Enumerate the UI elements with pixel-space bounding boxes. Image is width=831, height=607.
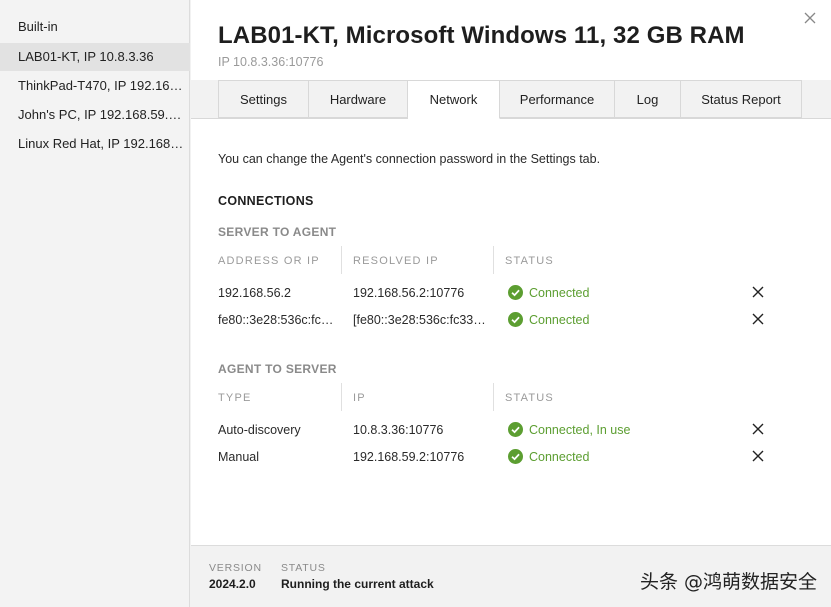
column-header-resolved-ip: RESOLVED IP bbox=[353, 255, 439, 267]
remove-connection-icon[interactable] bbox=[752, 450, 764, 462]
status-badge: Connected, In use bbox=[508, 422, 630, 437]
check-circle-icon bbox=[508, 449, 523, 464]
column-separator bbox=[341, 383, 342, 411]
status-text: Connected bbox=[529, 312, 590, 327]
tab-network[interactable]: Network bbox=[408, 80, 500, 119]
tab-settings[interactable]: Settings bbox=[218, 80, 309, 118]
page-title: LAB01-KT, Microsoft Windows 11, 32 GB RA… bbox=[218, 22, 745, 49]
column-header-address: ADDRESS OR IP bbox=[218, 255, 320, 267]
agent-to-server-type: Manual bbox=[218, 450, 259, 464]
status-text: Connected bbox=[529, 449, 590, 464]
connections-heading: CONNECTIONS bbox=[218, 194, 314, 208]
agent-to-server-ip: 10.8.3.36:10776 bbox=[353, 423, 444, 437]
tab-performance[interactable]: Performance bbox=[500, 80, 615, 118]
column-separator bbox=[493, 383, 494, 411]
status-text: Connected bbox=[529, 285, 590, 300]
column-header-type: TYPE bbox=[218, 392, 252, 404]
tab-hardware[interactable]: Hardware bbox=[309, 80, 408, 118]
version-label: VERSION bbox=[209, 562, 262, 574]
server-to-agent-resolved: [fe80::3e28:536c:fc33%12]:10776 bbox=[353, 313, 489, 327]
agent-to-server-heading: AGENT TO SERVER bbox=[218, 362, 337, 376]
password-note: You can change the Agent's connection pa… bbox=[218, 152, 601, 166]
close-icon[interactable] bbox=[803, 11, 817, 25]
check-circle-icon bbox=[508, 285, 523, 300]
status-label: STATUS bbox=[281, 562, 326, 574]
version-value: 2024.2.0 bbox=[209, 577, 256, 591]
status-badge: Connected bbox=[508, 312, 589, 327]
status-badge: Connected bbox=[508, 285, 589, 300]
check-circle-icon bbox=[508, 422, 523, 437]
watermark: 头条 @鸿萌数据安全 bbox=[639, 571, 817, 593]
sidebar-item-lab01-kt[interactable]: LAB01-KT, IP 10.8.3.36 bbox=[0, 43, 190, 71]
agent-address: IP 10.8.3.36:10776 bbox=[218, 55, 324, 69]
server-to-agent-address: fe80::3e28:536c:fc33%12 bbox=[218, 313, 336, 327]
server-to-agent-resolved: 192.168.56.2:10776 bbox=[353, 286, 465, 300]
agent-details-panel: LAB01-KT, Microsoft Windows 11, 32 GB RA… bbox=[191, 0, 831, 607]
remove-connection-icon[interactable] bbox=[752, 423, 764, 435]
check-circle-icon bbox=[508, 312, 523, 327]
agent-to-server-ip: 192.168.59.2:10776 bbox=[353, 450, 465, 464]
agent-list-sidebar: Built-in LAB01-KT, IP 10.8.3.36 ThinkPad… bbox=[0, 0, 190, 607]
status-text: Connected, In use bbox=[529, 422, 631, 437]
column-separator bbox=[493, 246, 494, 274]
sidebar-item-johns-pc[interactable]: John's PC, IP 192.168.59.102 bbox=[0, 101, 190, 129]
column-separator bbox=[341, 246, 342, 274]
server-to-agent-heading: SERVER TO AGENT bbox=[218, 225, 337, 239]
agent-to-server-type: Auto-discovery bbox=[218, 423, 301, 437]
sidebar-item-built-in[interactable]: Built-in bbox=[0, 13, 190, 41]
status-badge: Connected bbox=[508, 449, 589, 464]
status-value: Running the current attack bbox=[281, 577, 434, 591]
tab-status-report[interactable]: Status Report bbox=[681, 80, 802, 118]
sidebar-item-linux-red-hat[interactable]: Linux Red Hat, IP 192.168.1.10 bbox=[0, 130, 190, 158]
remove-connection-icon[interactable] bbox=[752, 286, 764, 298]
column-header-ip: IP bbox=[353, 392, 366, 404]
column-header-status: STATUS bbox=[505, 255, 554, 267]
remove-connection-icon[interactable] bbox=[752, 313, 764, 325]
column-header-status: STATUS bbox=[505, 392, 554, 404]
status-footer: VERSION 2024.2.0 STATUS Running the curr… bbox=[191, 545, 831, 607]
tab-bar: Settings Hardware Network Performance Lo… bbox=[218, 80, 802, 119]
tab-log[interactable]: Log bbox=[615, 80, 681, 118]
server-to-agent-address: 192.168.56.2 bbox=[218, 286, 291, 300]
sidebar-item-thinkpad-t470[interactable]: ThinkPad-T470, IP 192.168.56.101 bbox=[0, 72, 190, 100]
